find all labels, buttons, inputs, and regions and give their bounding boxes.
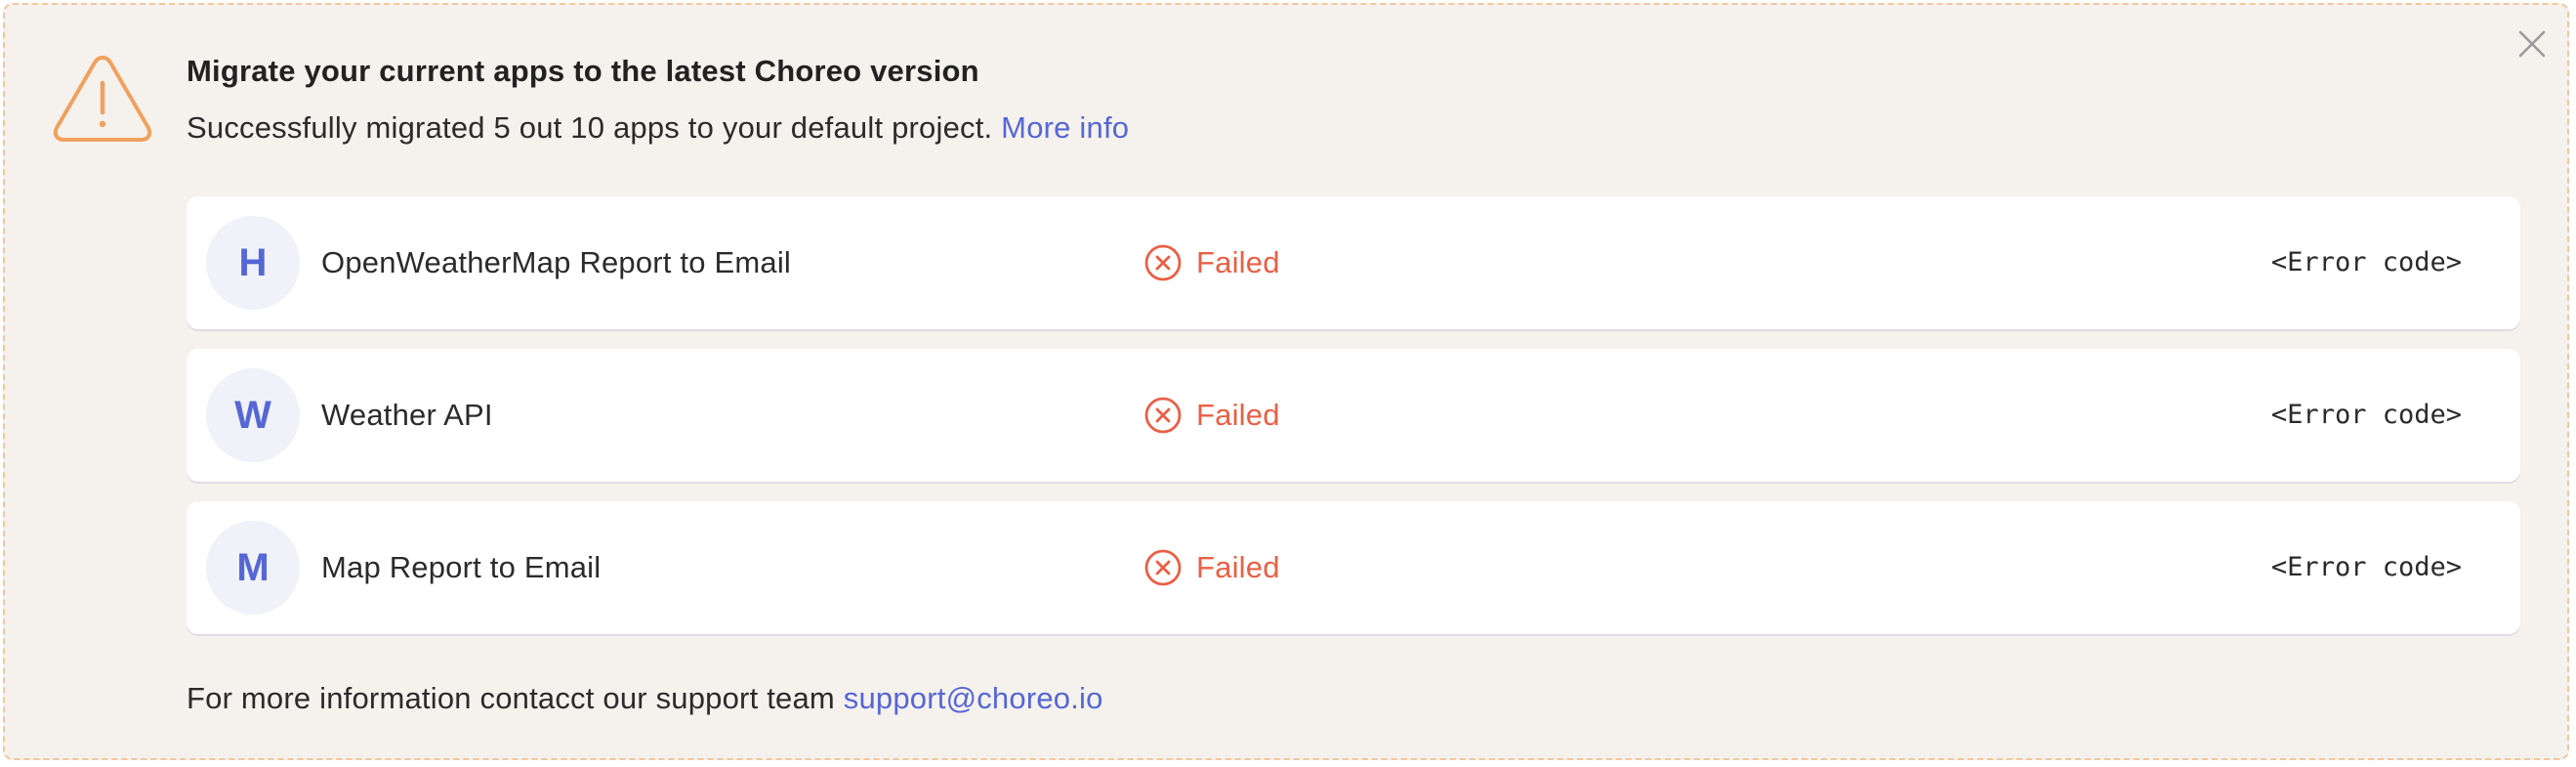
support-footer: For more information contacct our suppor… <box>187 681 1103 716</box>
app-name: OpenWeatherMap Report to Email <box>321 245 791 279</box>
app-avatar: H <box>206 216 300 310</box>
error-code: <Error code> <box>2270 552 2462 582</box>
migration-banner: Migrate your current apps to the latest … <box>3 3 2569 760</box>
app-row: W Weather API Failed <Error code> <box>187 349 2520 482</box>
status-label: Failed <box>1196 550 1280 584</box>
error-code: <Error code> <box>2270 400 2462 430</box>
failed-x-circle-icon <box>1143 243 1183 282</box>
more-info-link[interactable]: More info <box>1001 110 1129 145</box>
status-indicator: Failed <box>1143 196 1280 329</box>
app-avatar: W <box>206 368 300 462</box>
banner-title: Migrate your current apps to the latest … <box>187 54 979 88</box>
failed-x-circle-icon <box>1143 396 1183 435</box>
support-text: For more information contacct our suppor… <box>187 681 835 715</box>
status-label: Failed <box>1196 398 1280 432</box>
app-row: M Map Report to Email Failed <Error code… <box>187 501 2520 634</box>
migration-summary-text: Successfully migrated 5 out 10 apps to y… <box>187 110 993 145</box>
app-name: Map Report to Email <box>321 550 602 584</box>
app-list: H OpenWeatherMap Report to Email Failed … <box>187 196 2520 654</box>
app-row: H OpenWeatherMap Report to Email Failed … <box>187 196 2520 329</box>
support-email-link[interactable]: support@choreo.io <box>844 681 1103 715</box>
close-icon <box>2517 29 2547 64</box>
error-code: <Error code> <box>2270 247 2462 277</box>
status-indicator: Failed <box>1143 501 1280 634</box>
close-button[interactable] <box>2514 28 2550 64</box>
app-name: Weather API <box>321 398 493 432</box>
banner-description: Successfully migrated 5 out 10 apps to y… <box>187 110 1129 146</box>
status-indicator: Failed <box>1143 349 1280 482</box>
app-avatar: M <box>206 521 300 615</box>
status-label: Failed <box>1196 245 1280 279</box>
failed-x-circle-icon <box>1143 548 1183 587</box>
warning-triangle-icon <box>52 52 153 146</box>
